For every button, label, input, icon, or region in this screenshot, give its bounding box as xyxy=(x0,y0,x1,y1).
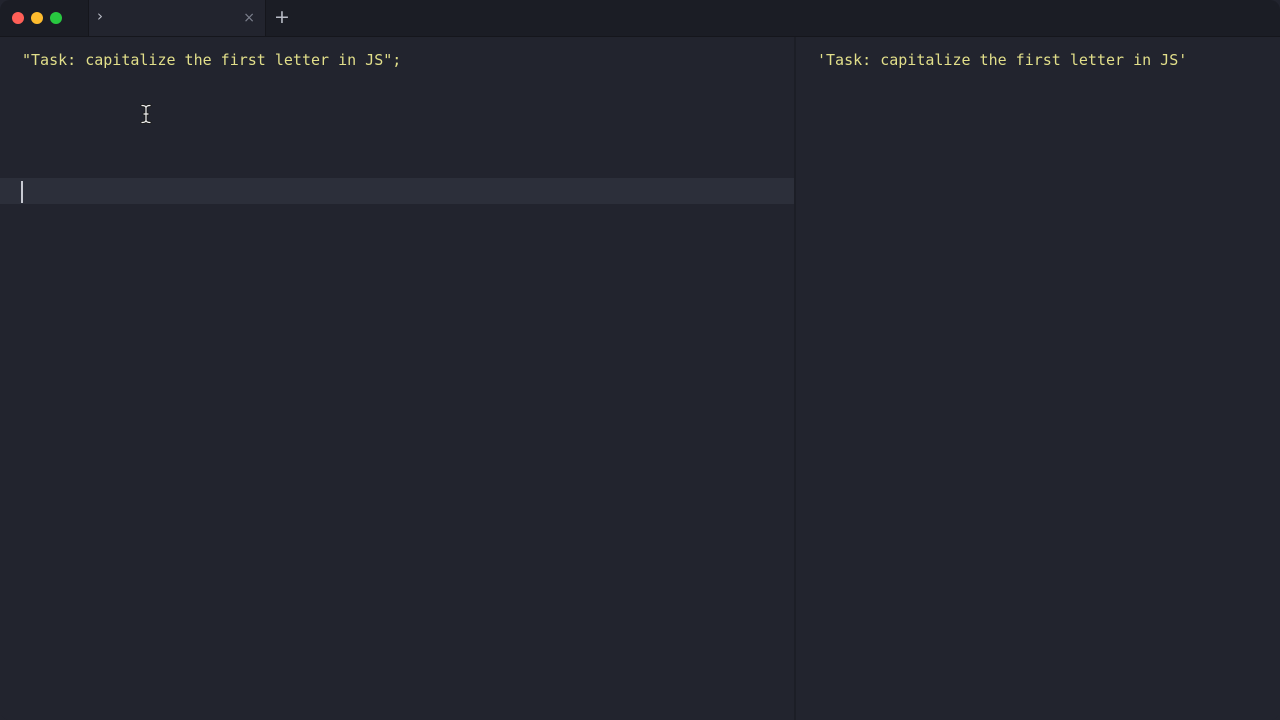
chevron-right-icon[interactable]: › xyxy=(97,7,103,25)
text-caret xyxy=(21,181,23,203)
tab-active[interactable]: › × xyxy=(88,0,266,36)
maximize-window-button[interactable] xyxy=(50,12,62,24)
output-pane: 'Task: capitalize the first letter in JS… xyxy=(796,37,1280,720)
close-tab-icon[interactable]: × xyxy=(243,9,255,27)
minimize-window-button[interactable] xyxy=(31,12,43,24)
ibeam-cursor-icon xyxy=(140,104,152,124)
app-window: › × + "Task: capitalize the first letter… xyxy=(0,0,1280,720)
title-bar: › × + xyxy=(0,0,1280,37)
new-tab-button[interactable]: + xyxy=(274,7,290,27)
output-line-1: 'Task: capitalize the first letter in JS… xyxy=(817,51,1188,69)
active-line-highlight xyxy=(0,178,794,204)
close-window-button[interactable] xyxy=(12,12,24,24)
code-line-1[interactable]: "Task: capitalize the first letter in JS… xyxy=(22,50,401,70)
code-editor[interactable]: "Task: capitalize the first letter in JS… xyxy=(0,37,794,720)
